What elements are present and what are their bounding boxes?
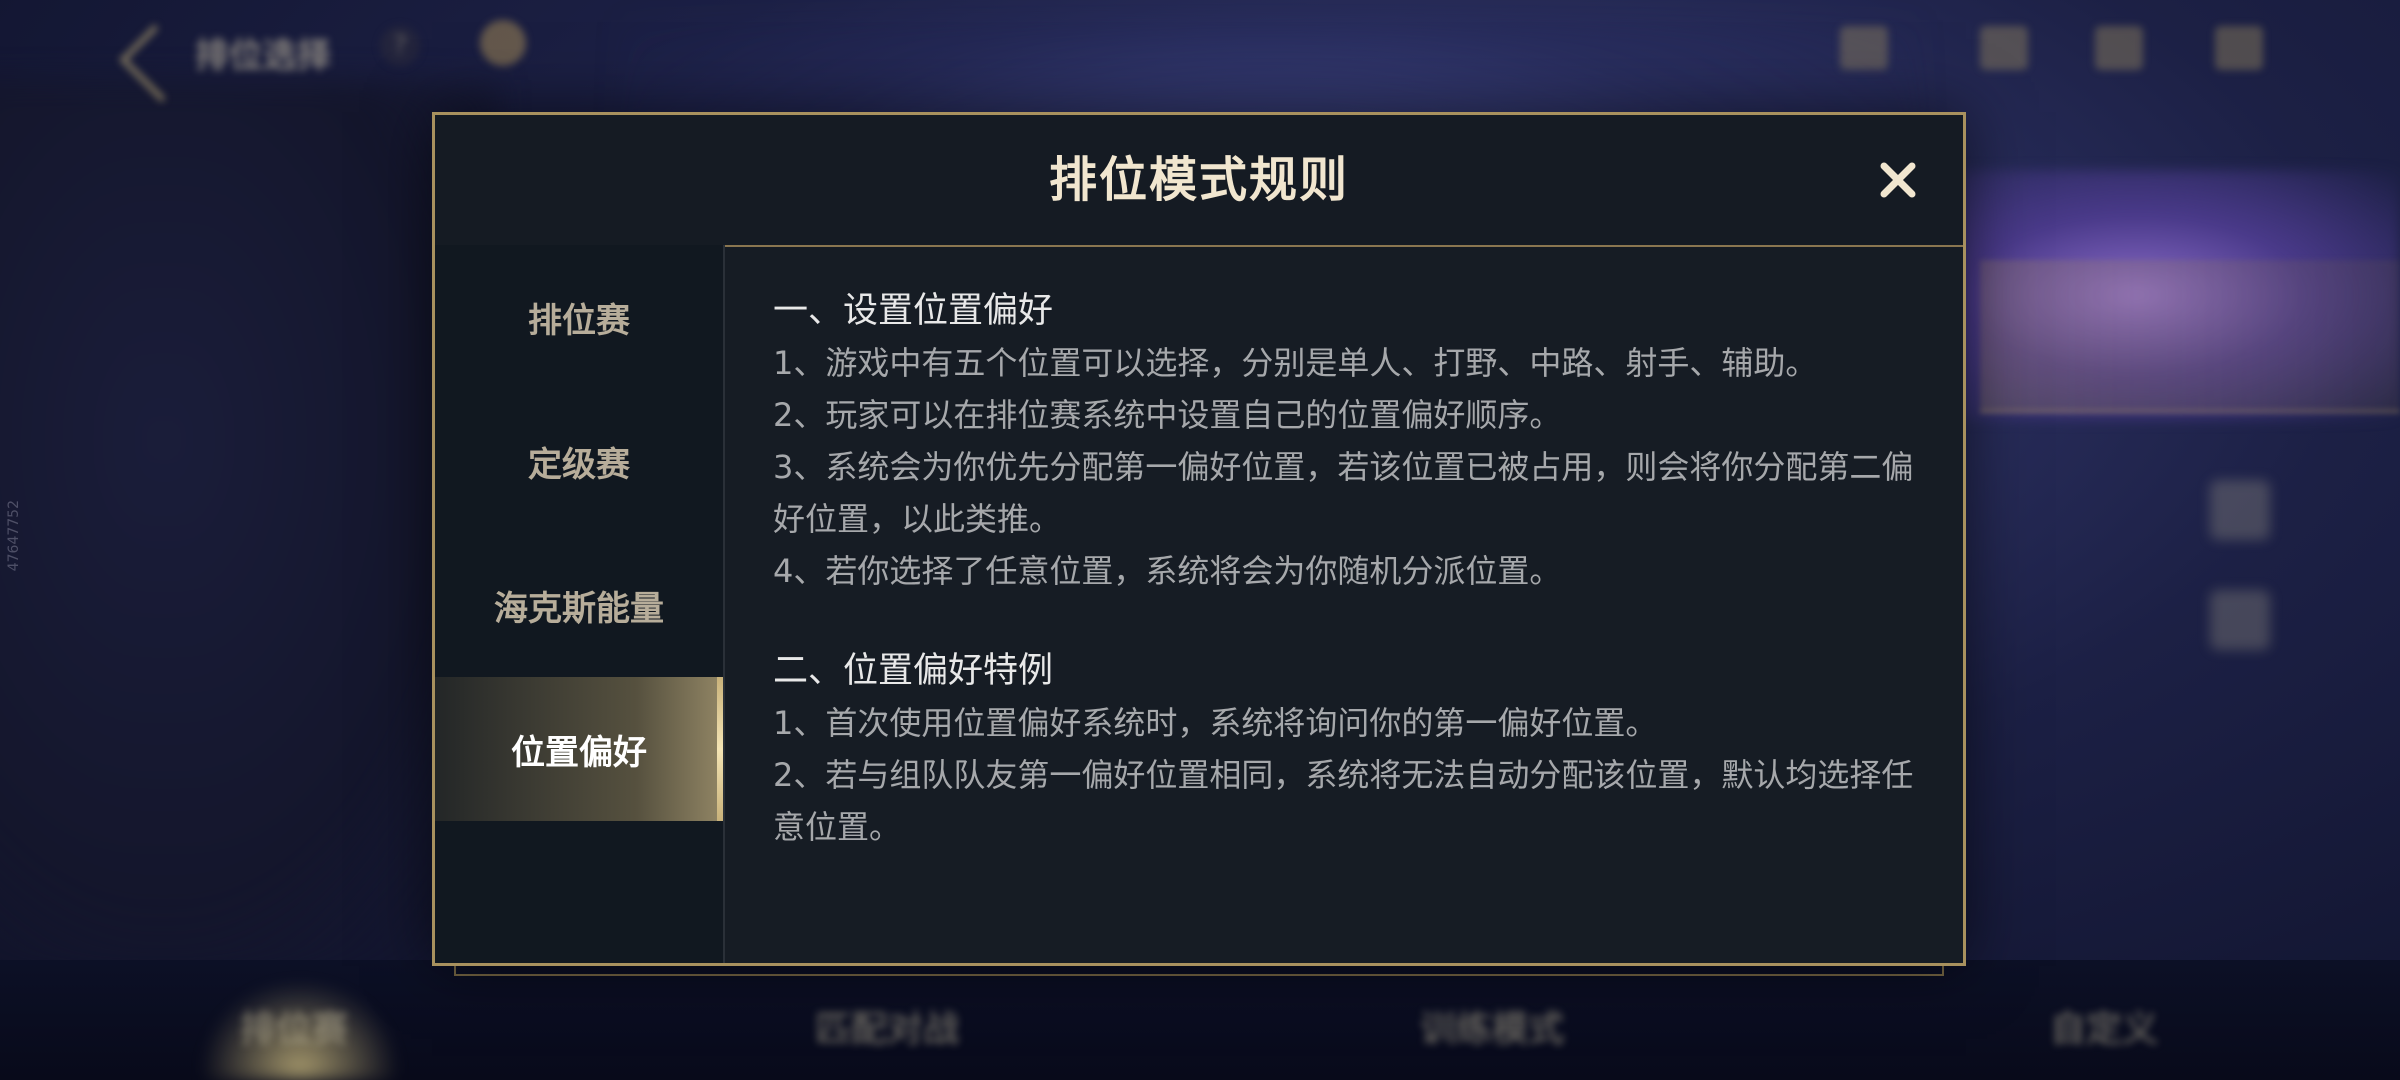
rules-sidebar: 排位赛 定级赛 海克斯能量 位置偏好 xyxy=(435,245,725,963)
bottom-nav-item[interactable]: 训练模式 xyxy=(1420,1000,1564,1052)
shop-icon[interactable] xyxy=(1980,26,2028,70)
side-button-icon[interactable] xyxy=(2210,480,2270,540)
rule-line: 1、首次使用位置偏好系统时，系统将询问你的第一偏好位置。 xyxy=(773,704,1658,742)
bottom-nav-item[interactable]: 自定义 xyxy=(2050,1000,2158,1052)
close-icon xyxy=(1880,162,1916,198)
back-arrow-icon[interactable] xyxy=(118,24,197,103)
section-heading: 二、位置偏好特例 xyxy=(773,651,1054,691)
rank-badge-icon[interactable] xyxy=(480,20,526,66)
tab-placement[interactable]: 定级赛 xyxy=(435,389,723,533)
rule-line: 3、系统会为你优先分配第一偏好位置，若该位置已被占用，则会将你分配第二偏好位置，… xyxy=(773,448,1914,538)
side-id-text: 47647752 xyxy=(6,500,22,572)
friends-icon[interactable] xyxy=(2215,26,2263,70)
mail-icon[interactable] xyxy=(2095,26,2143,70)
tab-ranked[interactable]: 排位赛 xyxy=(435,245,723,389)
modal-title: 排位模式规则 xyxy=(1048,152,1349,208)
tab-hextech-energy[interactable]: 海克斯能量 xyxy=(435,533,723,677)
bottom-nav-item[interactable]: 匹配对战 xyxy=(815,1000,959,1052)
background-rock xyxy=(0,80,500,980)
side-button-icon[interactable] xyxy=(2210,590,2270,650)
rule-line: 2、玩家可以在排位赛系统中设置自己的位置偏好顺序。 xyxy=(773,396,1562,434)
hero-banner xyxy=(1980,260,2400,413)
globe-icon[interactable] xyxy=(1840,26,1888,70)
close-button[interactable] xyxy=(1873,155,1923,205)
modal-underline-decoration xyxy=(454,966,1944,976)
rules-section: 二、位置偏好特例 1、首次使用位置偏好系统时，系统将询问你的第一偏好位置。 2、… xyxy=(773,645,1923,853)
rule-line: 4、若你选择了任意位置，系统将会为你随机分派位置。 xyxy=(773,552,1562,590)
bottom-nav-item[interactable]: 排位赛 xyxy=(240,1000,348,1052)
top-bar: 排位选择 ? xyxy=(0,0,2400,103)
help-icon[interactable]: ? xyxy=(380,26,420,66)
rules-modal: 排位模式规则 排位赛 定级赛 海克斯能量 位置偏好 一、设置位置偏好 1、游戏中… xyxy=(432,112,1966,966)
modal-header: 排位模式规则 xyxy=(435,115,1963,247)
rule-line: 1、游戏中有五个位置可以选择，分别是单人、打野、中路、射手、辅助。 xyxy=(773,344,1818,382)
rules-section: 一、设置位置偏好 1、游戏中有五个位置可以选择，分别是单人、打野、中路、射手、辅… xyxy=(773,285,1923,597)
rules-content: 一、设置位置偏好 1、游戏中有五个位置可以选择，分别是单人、打野、中路、射手、辅… xyxy=(773,285,1923,901)
top-bar-title: 排位选择 xyxy=(195,36,331,76)
tab-position-preference[interactable]: 位置偏好 xyxy=(435,677,723,821)
rule-line: 2、若与组队队友第一偏好位置相同，系统将无法自动分配该位置，默认均选择任意位置。 xyxy=(773,756,1914,846)
section-heading: 一、设置位置偏好 xyxy=(773,291,1054,331)
